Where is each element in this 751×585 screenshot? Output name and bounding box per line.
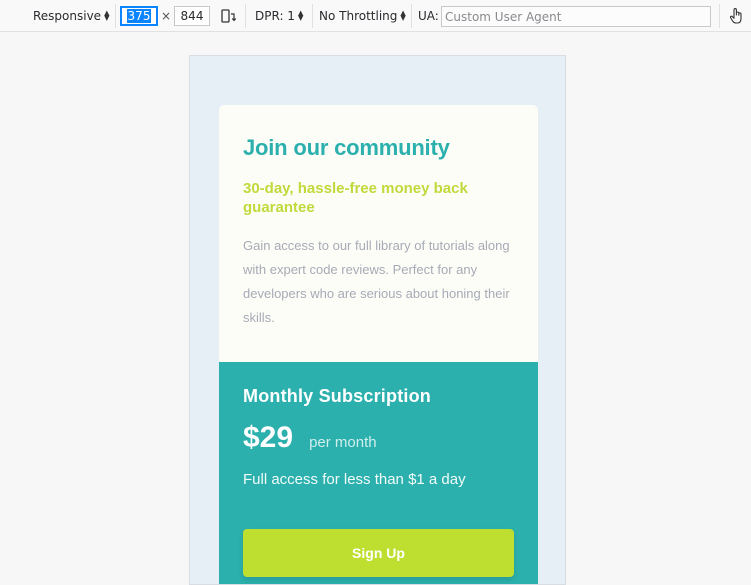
toolbar-divider	[719, 4, 720, 28]
toolbar-divider	[312, 4, 313, 28]
touch-simulation-button[interactable]	[728, 0, 744, 32]
user-agent-placeholder: Custom User Agent	[445, 9, 562, 24]
throttling-label: No Throttling	[319, 9, 398, 23]
width-input[interactable]: 375	[120, 6, 158, 26]
price-period: per month	[309, 434, 377, 451]
guarantee-text: 30-day, hassle-free money back guarantee	[243, 180, 468, 216]
width-value: 375	[126, 9, 152, 23]
updown-arrows-icon: ▲ ▼	[104, 9, 110, 22]
rotate-button[interactable]	[220, 0, 236, 32]
dpr-label: DPR: 1	[255, 9, 295, 23]
page-title: Join our community	[243, 135, 450, 160]
sign-up-button[interactable]: Sign Up	[243, 529, 514, 577]
rotate-device-icon	[221, 9, 236, 23]
user-agent-input[interactable]: Custom User Agent	[441, 6, 711, 27]
dimension-separator: ×	[161, 9, 172, 23]
updown-arrows-icon: ▲ ▼	[400, 9, 406, 22]
dpr-selector[interactable]: DPR: 1 ▲ ▼	[255, 0, 303, 32]
height-input[interactable]: 844	[174, 6, 210, 26]
description-text: Gain access to our full library of tutor…	[243, 238, 510, 325]
throttling-selector[interactable]: No Throttling ▲ ▼	[319, 0, 406, 32]
device-selector-label: Responsive	[33, 9, 102, 23]
ua-label: UA:	[418, 9, 439, 23]
toolbar-divider	[245, 4, 246, 28]
toolbar-divider	[411, 4, 412, 28]
updown-arrows-icon: ▲ ▼	[297, 9, 304, 22]
price-row: $29 per month	[243, 421, 514, 455]
subscription-title: Monthly Subscription	[243, 386, 431, 406]
subscription-card: Join our community 30-day, hassle-free m…	[219, 105, 538, 584]
height-value: 844	[180, 9, 204, 23]
card-intro-section: Join our community 30-day, hassle-free m…	[219, 105, 538, 362]
device-viewport: Join our community 30-day, hassle-free m…	[189, 55, 566, 585]
price-amount: $29	[243, 421, 294, 454]
device-selector[interactable]: Responsive ▲ ▼	[33, 0, 109, 32]
responsive-toolbar: Responsive ▲ ▼ 375 × 844 DPR: 1 ▲ ▼ No Thr…	[0, 0, 751, 32]
card-subscription-section: Monthly Subscription $29 per month Full …	[219, 362, 538, 584]
touch-simulation-icon	[729, 8, 742, 24]
toolbar-divider	[115, 4, 116, 28]
access-text: Full access for less than $1 a day	[243, 471, 466, 488]
